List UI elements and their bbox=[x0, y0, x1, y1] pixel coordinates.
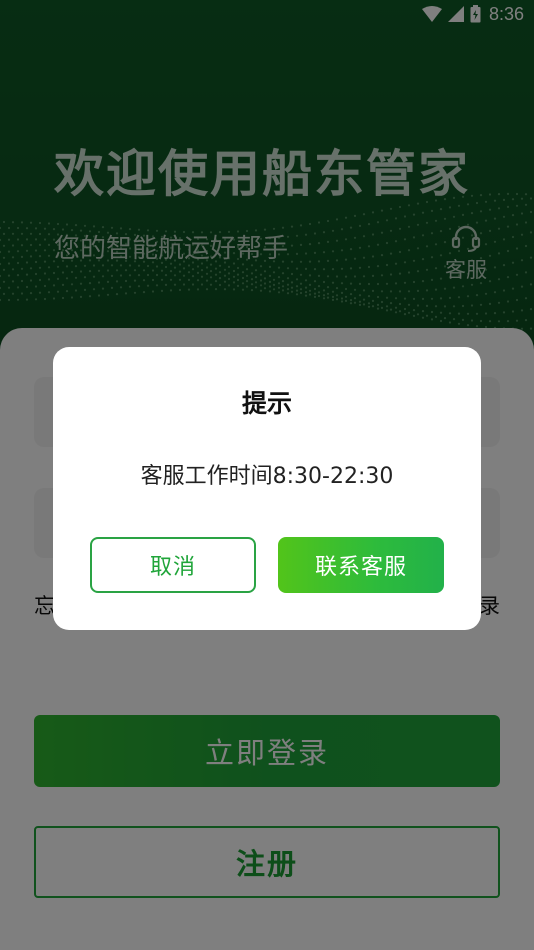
dialog-message: 客服工作时间8:30-22:30 bbox=[140, 464, 394, 489]
dialog-title: 提示 bbox=[241, 389, 292, 418]
contact-service-button[interactable]: 联系客服 bbox=[278, 537, 444, 593]
cancel-button[interactable]: 取消 bbox=[90, 537, 256, 593]
